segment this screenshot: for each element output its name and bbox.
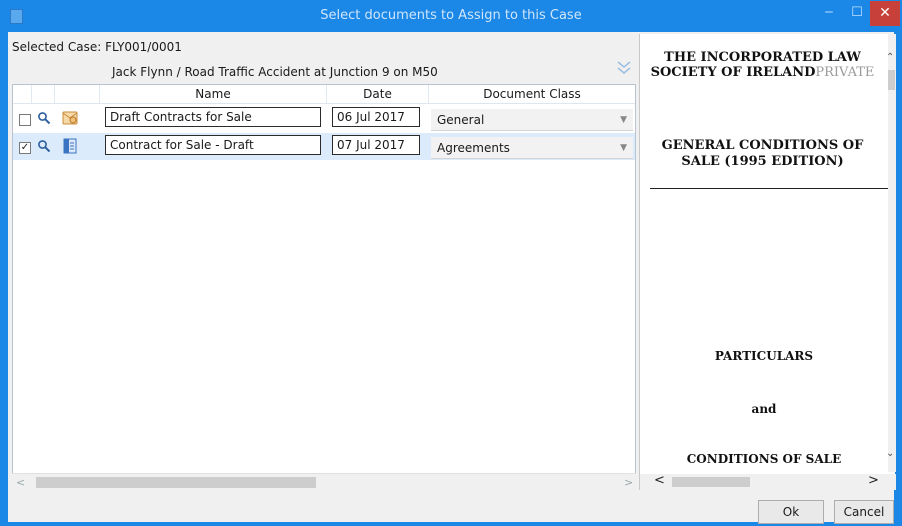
header-check-column [13, 85, 32, 103]
title-bar[interactable]: Select documents to Assign to this Case … [0, 0, 902, 32]
document-preview-panel: THE INCORPORATED LAW SOCIETY OF IRELANDP… [639, 34, 896, 490]
scroll-thumb[interactable] [672, 477, 750, 487]
ok-button[interactable]: Ok [758, 500, 824, 524]
magnifier-icon[interactable] [37, 111, 51, 125]
scroll-up-icon[interactable]: ⌃ [886, 52, 894, 63]
scroll-left-icon[interactable]: < [16, 476, 25, 489]
header-name[interactable]: Name [100, 85, 327, 103]
selected-case-label: Selected Case: [12, 40, 102, 54]
selected-case-line: Selected Case: FLY001/0001 [12, 40, 182, 54]
document-name-field[interactable]: Draft Contracts for Sale [105, 107, 321, 127]
row-checkbox[interactable] [19, 114, 31, 126]
preview-title-faded: PRIVATE [815, 65, 875, 80]
header-view-column [32, 85, 55, 103]
preview-particulars: PARTICULARS [714, 349, 814, 363]
preview-vertical-scrollbar[interactable]: ⌃ ⌄ [886, 34, 896, 472]
preview-and: and [751, 402, 777, 416]
magnifier-icon[interactable] [37, 139, 51, 153]
document-date-field[interactable]: 06 Jul 2017 [332, 107, 420, 127]
row-checkbox[interactable]: ✓ [19, 142, 31, 154]
scroll-down-icon[interactable]: ⌄ [886, 448, 894, 459]
preview-conditions: CONDITIONS OF SALE [686, 452, 842, 466]
table-row[interactable]: Draft Contracts for Sale 06 Jul 2017 Gen… [13, 105, 635, 132]
document-name-field[interactable]: Contract for Sale - Draft [105, 135, 321, 155]
documents-grid: Name Date Document Class Draft Contracts… [12, 84, 636, 491]
chevron-down-icon: ▼ [620, 115, 627, 125]
dialog-body: Selected Case: FLY001/0001 Jack Flynn / … [8, 32, 896, 524]
scroll-right-icon[interactable]: > [868, 473, 879, 488]
case-description: Jack Flynn / Road Traffic Accident at Ju… [112, 65, 438, 79]
email-envelope-icon [61, 109, 79, 127]
document-class-value: General [437, 113, 485, 127]
maximize-button[interactable]: ☐ [846, 4, 868, 24]
minimize-button[interactable]: ‒ [818, 4, 840, 24]
document-date-field[interactable]: 07 Jul 2017 [332, 135, 420, 155]
close-button[interactable]: ✕ [870, 1, 900, 26]
cancel-button[interactable]: Cancel [834, 500, 894, 524]
collapse-chevron-icon[interactable] [616, 59, 632, 77]
header-date[interactable]: Date [327, 85, 429, 103]
document-list-panel: Selected Case: FLY001/0001 Jack Flynn / … [8, 32, 636, 492]
chevron-down-icon: ▼ [620, 143, 627, 153]
preview-subtitle: GENERAL CONDITIONS OF SALE (1995 EDITION… [661, 138, 864, 169]
scroll-thumb[interactable] [888, 70, 895, 90]
preview-title: THE INCORPORATED LAW SOCIETY OF IRELANDP… [650, 50, 875, 80]
preview-divider [650, 188, 888, 189]
table-row[interactable]: ✓ Contract for Sale - Draft 07 Jul 2017 … [13, 133, 635, 160]
dialog-window: Select documents to Assign to this Case … [0, 0, 902, 526]
selected-case-number: FLY001/0001 [105, 40, 182, 54]
scroll-left-icon[interactable]: < [654, 473, 665, 488]
preview-horizontal-scrollbar[interactable]: < > [640, 473, 896, 490]
document-class-value: Agreements [437, 141, 510, 155]
header-document-class[interactable]: Document Class [429, 85, 635, 103]
scroll-right-icon[interactable]: > [624, 476, 633, 489]
document-class-select[interactable]: General ▼ [431, 109, 633, 131]
word-document-icon [61, 137, 79, 155]
window-title: Select documents to Assign to this Case [320, 8, 582, 23]
scroll-thumb[interactable] [36, 477, 316, 488]
preview-page: THE INCORPORATED LAW SOCIETY OF IRELANDP… [640, 34, 888, 472]
header-type-column [55, 85, 100, 103]
grid-header: Name Date Document Class [13, 85, 635, 104]
document-class-select[interactable]: Agreements ▼ [431, 137, 633, 159]
grid-horizontal-scrollbar[interactable]: < > [12, 473, 636, 491]
